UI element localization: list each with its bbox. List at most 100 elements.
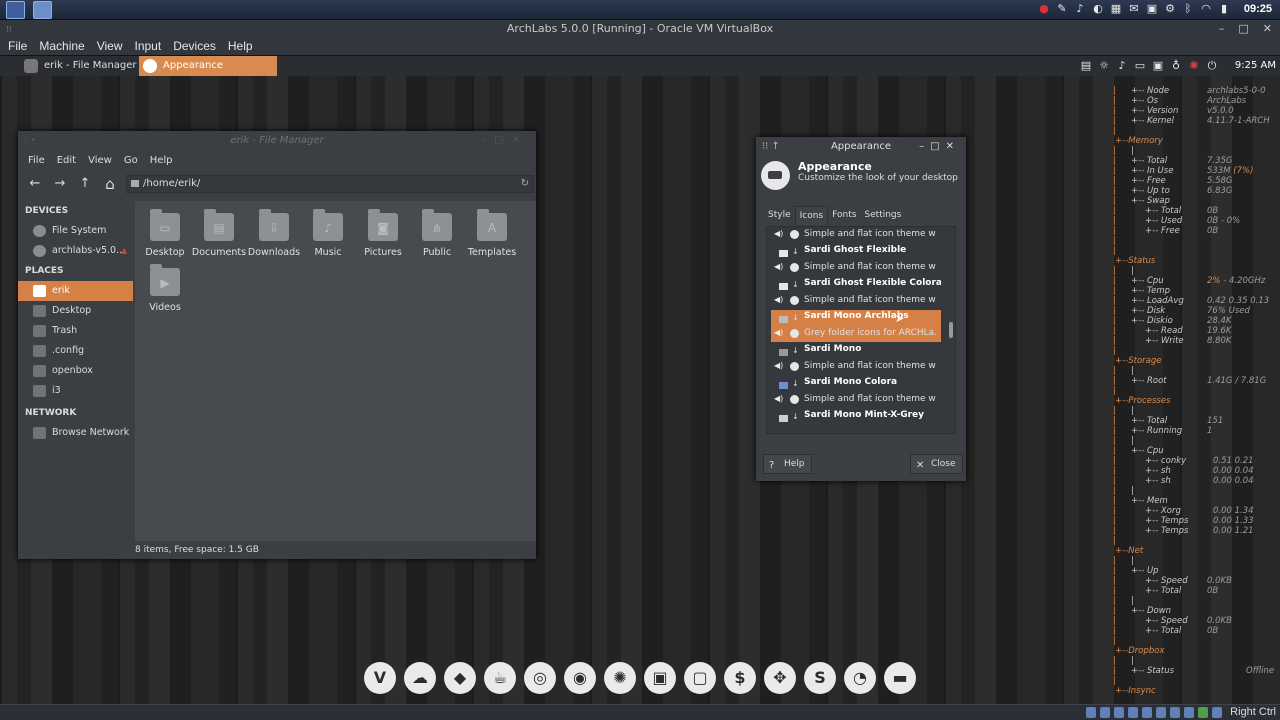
folder-pictures[interactable]: ◙ Pictures	[353, 209, 413, 258]
ap-titlebar[interactable]: ⁝⁝ ↑ Appearance –□✕	[756, 137, 966, 157]
network-icon[interactable]: ▭	[1134, 59, 1146, 73]
dock-firefox-icon[interactable]: ◔	[844, 662, 876, 694]
gear-icon[interactable]: ⚙	[1164, 2, 1176, 16]
list-scrollbar[interactable]	[949, 322, 953, 338]
tab-style[interactable]: Style	[764, 206, 795, 225]
mouse-icon[interactable]	[1212, 707, 1222, 718]
folder-music[interactable]: ♪ Music	[298, 209, 358, 258]
close-icon[interactable]: ✕	[1263, 20, 1272, 37]
sidebar-item-archlabs-disk[interactable]: archlabs-v5.0... ▲	[18, 241, 133, 261]
fm-menu-help[interactable]: Help	[144, 151, 179, 171]
host-launcher-icon[interactable]	[6, 1, 25, 19]
theme-item[interactable]: ↓ Sardi Mono Mint-X-Grey	[771, 409, 941, 433]
help-button[interactable]: ? Help	[763, 454, 812, 474]
volume-icon[interactable]: ♪	[1116, 59, 1128, 73]
update-icon[interactable]: ✺	[1188, 59, 1200, 73]
folder-documents[interactable]: ▤ Documents	[189, 209, 249, 258]
vbox-menu-help[interactable]: Help	[222, 37, 259, 55]
theme-item[interactable]: ◀) Simple and flat icon theme wi...	[771, 227, 941, 243]
cpu-icon[interactable]	[1198, 707, 1208, 718]
dock-cat-icon[interactable]: ◆	[444, 662, 476, 694]
tab-settings[interactable]: Settings	[860, 206, 905, 225]
folder-downloads[interactable]: ⇩ Downloads	[244, 209, 304, 258]
battery-icon[interactable]: ▮	[1218, 2, 1230, 16]
shared-folder-icon[interactable]	[1156, 707, 1166, 718]
theme-item[interactable]: ↓ Sardi Mono ◀) Simple and flat icon the…	[771, 343, 941, 375]
eject-icon[interactable]: ▲	[121, 241, 127, 261]
sidebar-item-i3[interactable]: i3	[18, 381, 133, 401]
sidebar-item-config[interactable]: .config	[18, 341, 133, 361]
hdd-icon[interactable]	[1086, 707, 1096, 718]
dock-teapot-icon[interactable]: ☕	[484, 662, 516, 694]
fm-menu-edit[interactable]: Edit	[51, 151, 82, 171]
dock-aperture-icon[interactable]: ✺	[604, 662, 636, 694]
sidebar-item-desktop[interactable]: Desktop	[18, 301, 133, 321]
network-icon[interactable]	[1128, 707, 1138, 718]
dock-debian-icon[interactable]: ◎	[524, 662, 556, 694]
dock-s-icon[interactable]: S	[804, 662, 836, 694]
volume-icon[interactable]: ♪	[1074, 2, 1086, 16]
minimize-icon[interactable]: –	[1219, 20, 1225, 37]
sidebar-item-openbox[interactable]: openbox	[18, 361, 133, 381]
dock-appearance-icon[interactable]: ▬	[884, 662, 916, 694]
window-menu-icon[interactable]: ⁝⁝ ↑	[762, 137, 780, 157]
fm-menu-view[interactable]: View	[82, 151, 118, 171]
reload-icon[interactable]: ↻	[521, 176, 529, 192]
fm-window-controls[interactable]: –□✕	[481, 131, 528, 151]
folder-videos[interactable]: ▶ Videos	[135, 264, 195, 313]
forward-arrow-icon[interactable]: →	[51, 175, 69, 193]
mail-icon[interactable]: ✉	[1128, 2, 1140, 16]
home-icon[interactable]: ⌂	[101, 175, 119, 193]
fm-titlebar[interactable]: ⁝ • erik - File Manager –□✕	[18, 131, 536, 151]
dock-gnome-icon[interactable]: ☁	[404, 662, 436, 694]
dock-vivaldi-icon[interactable]: V	[364, 662, 396, 694]
camera-icon[interactable]: ▣	[1146, 2, 1158, 16]
recording-icon[interactable]	[1184, 707, 1194, 718]
dock-settings-icon[interactable]: ✥	[764, 662, 796, 694]
fm-menu-go[interactable]: Go	[118, 151, 144, 171]
usb-icon[interactable]	[1142, 707, 1152, 718]
folder-public[interactable]: ⋔ Public	[407, 209, 467, 258]
theme-item[interactable]: ↓ Sardi Mono Colora ◀) Simple and flat i…	[771, 376, 941, 408]
close-button[interactable]: ✕ Close	[910, 454, 963, 474]
dock-dollar-icon[interactable]: $	[724, 662, 756, 694]
grid-icon[interactable]: ▦	[1110, 2, 1122, 16]
theme-item[interactable]: ↓ Sardi Ghost Flexible Colora ◀) Simple …	[771, 277, 941, 309]
weather-icon[interactable]: ☼	[1098, 59, 1110, 73]
vbox-menu-machine[interactable]: Machine	[33, 37, 90, 55]
up-arrow-icon[interactable]: ↑	[76, 175, 94, 193]
bluetooth-icon[interactable]: ᛒ	[1182, 2, 1194, 16]
vbox-menu-input[interactable]: Input	[129, 37, 168, 55]
window-menu-icon[interactable]: ⁝ •	[24, 131, 36, 151]
pen-icon[interactable]: ✎	[1056, 2, 1068, 16]
record-icon[interactable]: ●	[1038, 2, 1050, 16]
folder-desktop[interactable]: ▭ Desktop	[135, 209, 195, 258]
optical-icon[interactable]	[1100, 707, 1110, 718]
task-appearance[interactable]: Appearance	[139, 56, 277, 76]
back-arrow-icon[interactable]: ←	[26, 175, 44, 193]
dock-window-icon[interactable]: ▢	[684, 662, 716, 694]
dropbox-icon[interactable]: ▤	[1080, 59, 1092, 73]
dock-files-icon[interactable]: ▣	[644, 662, 676, 694]
fm-menu-file[interactable]: File	[22, 151, 51, 171]
image-icon[interactable]: ▣	[1152, 59, 1164, 73]
vbox-menu-view[interactable]: View	[91, 37, 129, 55]
folder-templates[interactable]: A Templates	[462, 209, 522, 258]
network-icon[interactable]: ◐	[1092, 2, 1104, 16]
vbox-menu-devices[interactable]: Devices	[167, 37, 222, 55]
power-icon[interactable]: ⏻	[1206, 59, 1218, 73]
ap-window-controls[interactable]: –□✕	[919, 137, 960, 157]
sidebar-item-erik[interactable]: erik	[18, 281, 133, 301]
tab-fonts[interactable]: Fonts	[828, 206, 860, 225]
sidebar-item-file-system[interactable]: File System	[18, 221, 133, 241]
location-bar[interactable]: /home/erik/ ↻	[126, 175, 534, 193]
display-icon[interactable]	[1170, 707, 1180, 718]
host-app-icon[interactable]	[33, 1, 52, 19]
bulb-icon[interactable]: ♁	[1170, 59, 1182, 73]
theme-item-selected[interactable]: ↓ Sardi Mono Archlabs ◀) Grey folder ico…	[771, 310, 941, 342]
sidebar-item-trash[interactable]: Trash	[18, 321, 133, 341]
task-file-manager[interactable]: erik - File Manager	[20, 56, 138, 76]
maximize-icon[interactable]: □	[1238, 20, 1248, 37]
guest-clock[interactable]: 9:25 AM	[1235, 56, 1276, 76]
tab-icons[interactable]: Icons	[794, 206, 829, 225]
